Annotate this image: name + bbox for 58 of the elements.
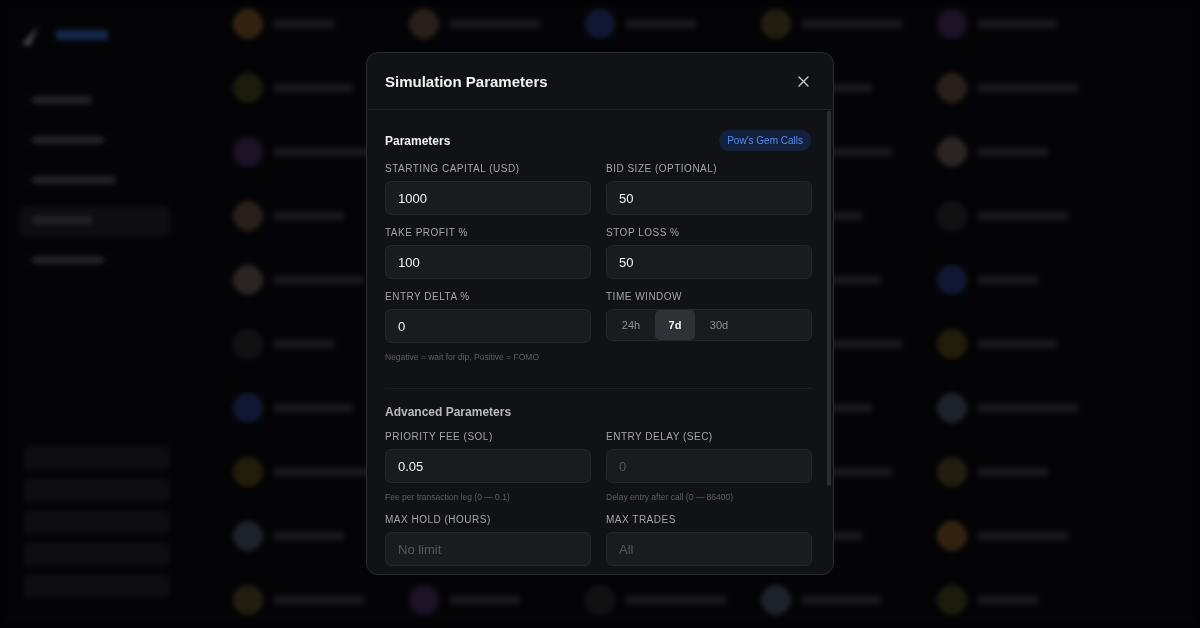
blurred-label (32, 256, 104, 264)
avatar (937, 457, 967, 487)
text-field[interactable]: 0.05 (385, 449, 591, 483)
section-heading: Advanced Parameters (385, 405, 512, 419)
text-field[interactable]: 50 (606, 181, 812, 215)
avatar (409, 9, 439, 39)
avatar (233, 73, 263, 103)
section-heading: Parameters (385, 133, 451, 148)
avatar (937, 9, 967, 39)
field-hint: Fee per transaction leg (0 — 0.1) (385, 492, 511, 502)
avatar (937, 329, 967, 359)
field-label: PRIORITY FEE (SOL) (385, 431, 494, 442)
blurred-label (56, 30, 108, 40)
text-field[interactable]: 0 (385, 309, 591, 343)
avatar (585, 9, 615, 39)
field-label: MAX TRADES (606, 514, 677, 525)
avatar (233, 521, 263, 551)
avatar (937, 521, 967, 551)
text-field[interactable]: 1000 (385, 181, 591, 215)
field-label: STARTING CAPITAL (USD) (385, 163, 521, 174)
avatar (233, 9, 263, 39)
field-label: BID SIZE (OPTIONAL) (606, 163, 719, 174)
group-badge: Pow's Gem Calls (719, 130, 811, 151)
field-hint: Delay entry after call (0 — 86400) (606, 492, 735, 502)
field-label: TIME WINDOW (606, 291, 684, 302)
field-label: TAKE PROFIT % (385, 227, 469, 238)
avatar (937, 265, 967, 295)
text-field[interactable]: 0 (606, 449, 812, 483)
field-label: ENTRY DELTA % (385, 291, 471, 302)
avatar (233, 137, 263, 167)
blurred-label (32, 136, 104, 144)
text-field[interactable]: 50 (606, 245, 812, 279)
avatar (761, 585, 791, 615)
text-field[interactable]: 100 (385, 245, 591, 279)
avatar (233, 201, 263, 231)
time-window-option[interactable]: 7d (655, 310, 695, 340)
close-icon (798, 75, 809, 87)
avatar (409, 585, 439, 615)
avatar (937, 585, 967, 615)
time-window-option[interactable]: 24h (607, 310, 655, 340)
time-window-option[interactable]: 30d (695, 310, 743, 340)
field-hint: Negative = wait for dip, Positive = FOMO (385, 352, 540, 362)
field-label: ENTRY DELAY (SEC) (606, 431, 714, 442)
avatar (937, 73, 967, 103)
logo-icon (22, 26, 38, 46)
avatar (937, 137, 967, 167)
avatar (233, 585, 263, 615)
avatar (233, 457, 263, 487)
avatar (761, 9, 791, 39)
text-field[interactable]: All (606, 532, 812, 566)
avatar (937, 393, 967, 423)
field-label: MAX HOLD (HOURS) (385, 514, 492, 525)
avatar (233, 265, 263, 295)
field-label: STOP LOSS % (606, 227, 681, 238)
dialog-title: Simulation Parameters (385, 72, 548, 90)
text-field[interactable]: No limit (385, 532, 591, 566)
avatar (233, 393, 263, 423)
blurred-label (32, 96, 92, 104)
